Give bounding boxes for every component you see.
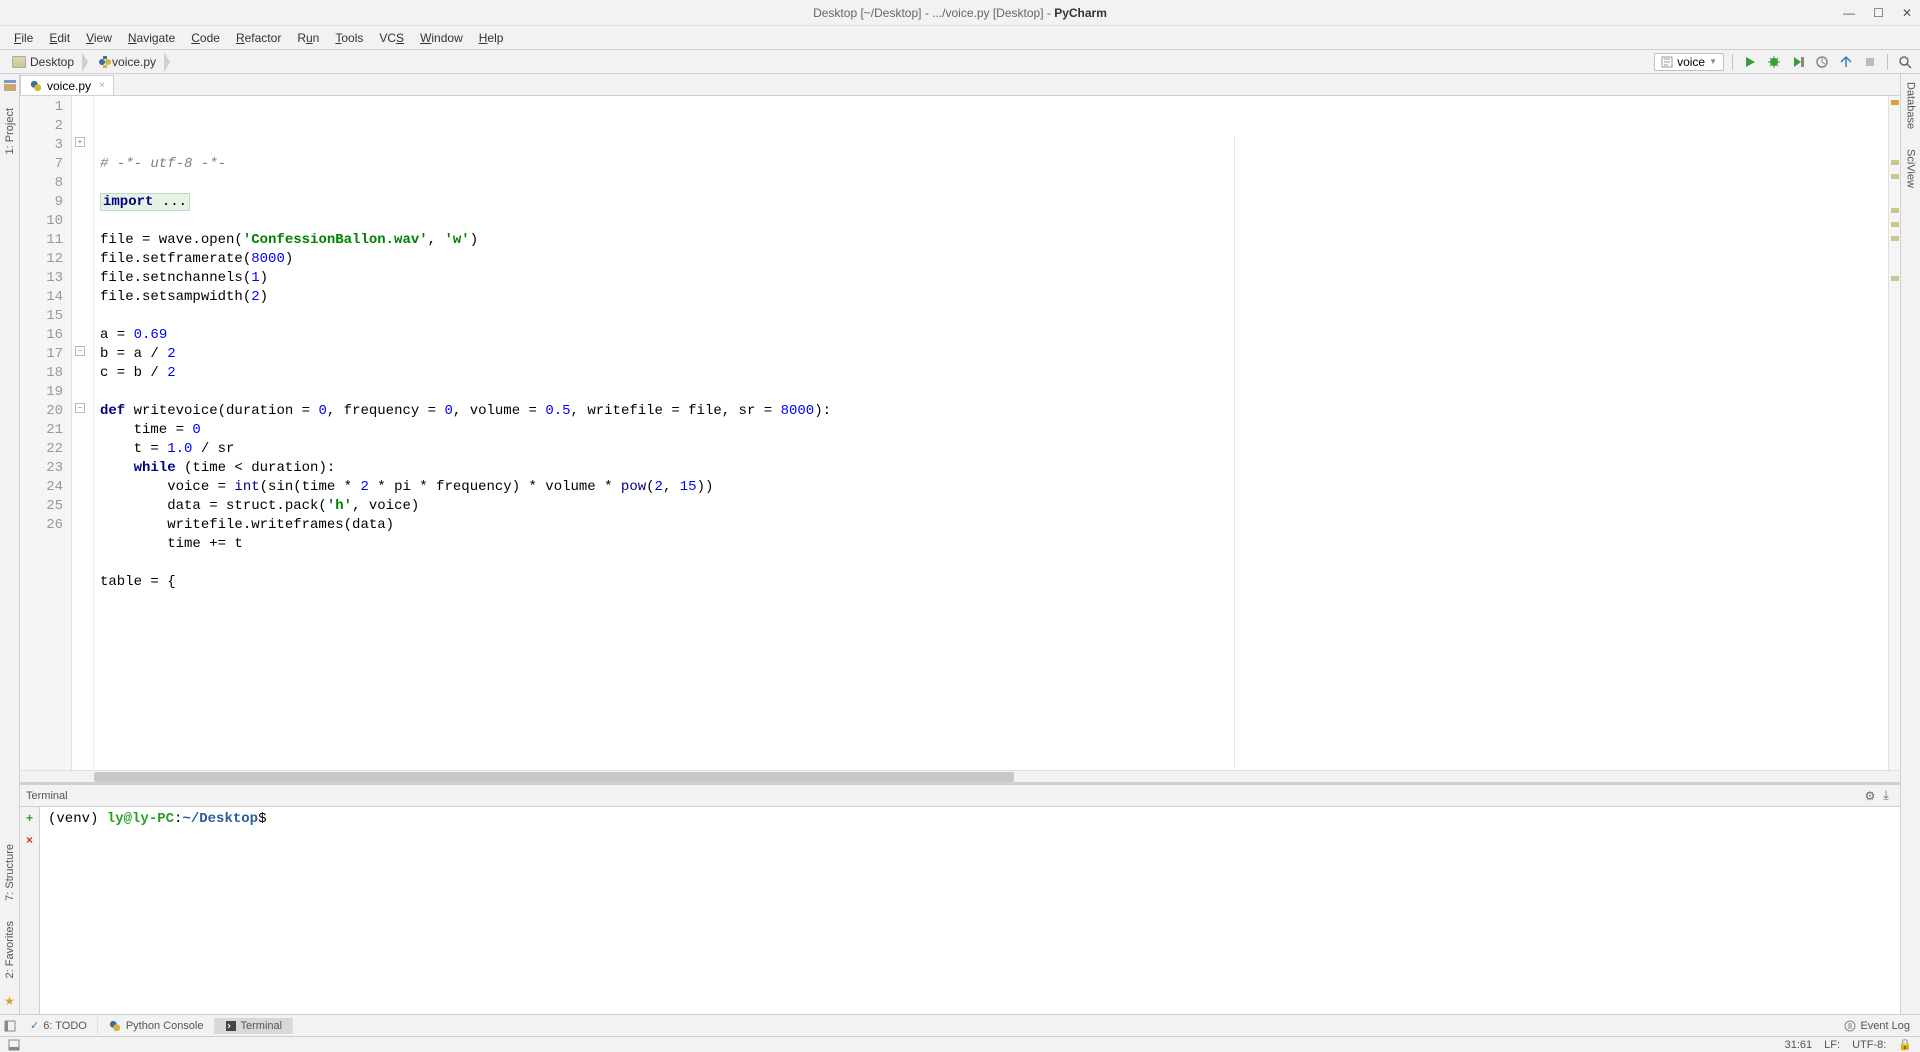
breadcrumb-label: voice.py: [112, 55, 156, 69]
right-margin-line: [1234, 136, 1235, 770]
folder-icon: [12, 56, 26, 68]
bottom-tool-strip: ✓6: TODO Python Console Terminal Event L…: [0, 1014, 1920, 1036]
info-marker[interactable]: [1891, 222, 1899, 227]
code-text[interactable]: # -*- utf-8 -*- import ... file = wave.o…: [94, 96, 1888, 770]
terminal-title-label: Terminal: [26, 790, 1862, 802]
info-marker[interactable]: [1891, 236, 1899, 241]
close-icon[interactable]: ✕: [1902, 6, 1912, 20]
status-line-separator[interactable]: LF:: [1824, 1039, 1840, 1051]
terminal-output[interactable]: (venv) ly@ly-PC:~/Desktop$: [40, 807, 1900, 1014]
menu-window[interactable]: Window: [412, 29, 471, 47]
menu-tools[interactable]: Tools: [327, 29, 371, 47]
run-config-label: voice: [1677, 55, 1705, 69]
toolbar-actions: voice ▼: [1654, 53, 1920, 71]
info-marker[interactable]: [1891, 174, 1899, 179]
scrollbar-thumb[interactable]: [94, 772, 1014, 782]
navigation-bar: Desktop voice.py voice ▼: [0, 50, 1920, 74]
lock-icon[interactable]: 🔒: [1898, 1038, 1912, 1051]
menu-refactor[interactable]: Refactor: [228, 29, 289, 47]
menu-edit[interactable]: Edit: [41, 29, 78, 47]
run-config-selector[interactable]: voice ▼: [1654, 53, 1724, 71]
tab-sciview[interactable]: SciView: [1904, 145, 1918, 192]
fold-gutter: + − −: [72, 96, 94, 770]
line-number-gutter: 1237891011121314151617181920212223242526: [20, 96, 72, 770]
menu-view[interactable]: View: [78, 29, 120, 47]
close-tab-icon[interactable]: ×: [99, 80, 105, 91]
editor-tabs: voice.py ×: [20, 74, 1900, 96]
warning-marker[interactable]: [1891, 100, 1899, 105]
terminal-panel: Terminal ⚙ ⤓ + × (venv) ly@ly-PC:~/Deskt…: [20, 782, 1900, 1014]
breadcrumb-desktop[interactable]: Desktop: [4, 50, 82, 73]
search-everywhere-button[interactable]: [1896, 53, 1914, 71]
main-area: 1: Project 7: Structure 2: Favorites ★ v…: [0, 74, 1920, 1014]
python-icon: [98, 55, 112, 69]
hide-icon[interactable]: ⤓: [1878, 788, 1894, 804]
fold-toggle[interactable]: +: [75, 137, 85, 147]
tab-terminal[interactable]: Terminal: [215, 1018, 294, 1034]
info-marker[interactable]: [1891, 276, 1899, 281]
run-button[interactable]: [1741, 53, 1759, 71]
minimize-icon[interactable]: —: [1843, 6, 1855, 20]
title-bar: Desktop [~/Desktop] - .../voice.py [Desk…: [0, 0, 1920, 26]
tab-todo[interactable]: ✓6: TODO: [20, 1017, 98, 1034]
right-tool-strip: Database SciView: [1900, 74, 1920, 1014]
menu-file[interactable]: File: [6, 29, 41, 47]
menu-help[interactable]: Help: [471, 29, 512, 47]
status-icon: [8, 1039, 20, 1051]
menu-navigate[interactable]: Navigate: [120, 29, 183, 47]
menu-run[interactable]: Run: [289, 29, 327, 47]
terminal-body: + × (venv) ly@ly-PC:~/Desktop$: [20, 807, 1900, 1014]
menu-code[interactable]: Code: [183, 29, 228, 47]
project-icon[interactable]: [3, 78, 17, 92]
tab-python-console[interactable]: Python Console: [98, 1017, 215, 1035]
settings-icon[interactable]: ⚙: [1862, 788, 1878, 804]
file-tab-voice[interactable]: voice.py ×: [20, 75, 114, 95]
breadcrumb-file[interactable]: voice.py: [90, 50, 164, 73]
run-with-coverage-button[interactable]: [1789, 53, 1807, 71]
stop-button[interactable]: [1861, 53, 1879, 71]
breadcrumb-label: Desktop: [30, 55, 74, 69]
python-icon: [29, 79, 43, 93]
chevron-down-icon: ▼: [1709, 57, 1717, 66]
profile-button[interactable]: [1813, 53, 1831, 71]
editor-container: voice.py × 12378910111213141516171819202…: [20, 74, 1900, 1014]
favorites-icon: ★: [4, 994, 15, 1008]
debug-button[interactable]: [1765, 53, 1783, 71]
status-bar: 31:61 LF: UTF-8: 🔒: [0, 1036, 1920, 1052]
status-position[interactable]: 31:61: [1785, 1039, 1813, 1051]
tab-database[interactable]: Database: [1904, 78, 1918, 133]
tab-structure[interactable]: 7: Structure: [3, 840, 17, 905]
menu-bar: File Edit View Navigate Code Refactor Ru…: [0, 26, 1920, 50]
script-icon: [1661, 56, 1673, 68]
tab-event-log[interactable]: Event Log: [1834, 1018, 1920, 1034]
info-marker[interactable]: [1891, 208, 1899, 213]
file-tab-label: voice.py: [47, 79, 91, 93]
tab-favorites[interactable]: 2: Favorites: [3, 917, 17, 982]
fold-toggle[interactable]: −: [75, 346, 85, 356]
tab-project[interactable]: 1: Project: [3, 104, 17, 158]
window-controls: — ☐ ✕: [1843, 6, 1912, 20]
divider: [1887, 54, 1888, 70]
breadcrumbs: Desktop voice.py: [0, 50, 1654, 73]
window-title: Desktop [~/Desktop] - .../voice.py [Desk…: [813, 6, 1107, 20]
status-encoding[interactable]: UTF-8:: [1852, 1039, 1886, 1051]
error-stripe: [1888, 96, 1900, 770]
maximize-icon[interactable]: ☐: [1873, 6, 1884, 20]
menu-vcs[interactable]: VCS: [371, 29, 412, 47]
attach-button[interactable]: [1837, 53, 1855, 71]
code-area[interactable]: 1237891011121314151617181920212223242526…: [20, 96, 1900, 770]
info-marker[interactable]: [1891, 160, 1899, 165]
terminal-header: Terminal ⚙ ⤓: [20, 785, 1900, 807]
fold-toggle[interactable]: −: [75, 403, 85, 413]
terminal-tool-strip: + ×: [20, 807, 40, 1014]
close-session-icon[interactable]: ×: [26, 833, 33, 847]
left-tool-strip: 1: Project 7: Structure 2: Favorites ★: [0, 74, 20, 1014]
horizontal-scrollbar[interactable]: [20, 770, 1900, 782]
editor-split: 1237891011121314151617181920212223242526…: [20, 96, 1900, 1014]
new-session-icon[interactable]: +: [26, 811, 33, 825]
divider: [1732, 54, 1733, 70]
